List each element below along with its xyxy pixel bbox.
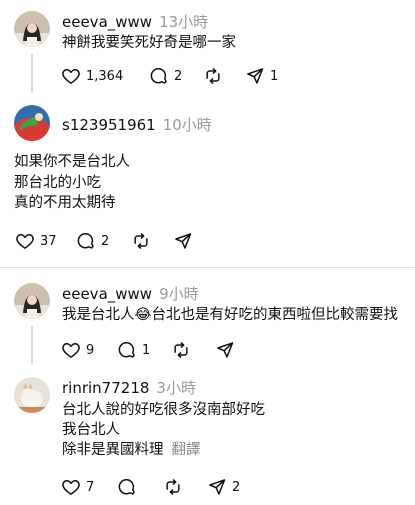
- comment-count: 2: [174, 68, 183, 84]
- share-icon: [173, 231, 193, 251]
- share-icon: [215, 340, 235, 360]
- thread-line: [31, 326, 33, 364]
- like-button[interactable]: 9: [61, 340, 117, 360]
- repost-button[interactable]: [171, 340, 215, 360]
- post-text: 台北人說的好吃很多沒南部好吃 我台北人 除非是異國料理 翻譯: [62, 402, 265, 458]
- timestamp: 13小時: [159, 13, 209, 31]
- heart-icon: [15, 231, 35, 251]
- comment-count: 1: [142, 342, 151, 358]
- comment-count: 2: [101, 233, 110, 249]
- comment-icon: [117, 477, 137, 497]
- timestamp: 9小時: [159, 285, 199, 303]
- username[interactable]: s123951961: [62, 116, 156, 134]
- comment-icon: [117, 340, 137, 360]
- translate-link[interactable]: 翻譯: [172, 442, 201, 458]
- reply-post: eeeva_www 9小時 我是台北人😂台北也是有好吃的東西啦但比較需要找 9 …: [0, 268, 415, 364]
- share-button[interactable]: [215, 340, 235, 360]
- repost-icon: [203, 66, 223, 86]
- like-button[interactable]: 7: [61, 477, 117, 497]
- username[interactable]: eeeva_www: [62, 285, 152, 303]
- comment-icon: [76, 231, 96, 251]
- thread-line: [31, 54, 33, 93]
- reply-post: s123951961 10小時 如果你不是台北人 那台北的小吃 真的不用太期待 …: [0, 95, 415, 265]
- repost-button[interactable]: [163, 477, 207, 497]
- repost-button[interactable]: [131, 231, 173, 251]
- post-text: 如果你不是台北人 那台北的小吃 真的不用太期待: [14, 154, 130, 211]
- comment-button[interactable]: 1: [117, 340, 171, 360]
- repost-icon: [171, 340, 191, 360]
- repost-icon: [131, 231, 151, 251]
- heart-icon: [61, 477, 81, 497]
- timestamp: 10小時: [162, 116, 212, 134]
- share-icon: [207, 477, 227, 497]
- comment-button[interactable]: 2: [149, 66, 203, 86]
- reply-post: eeeva_www 13小時 神餅我要笑死好奇是哪一家 1,364 2 1: [0, 0, 415, 95]
- reply-post: rinrin77218 3小時 台北人說的好吃很多沒南部好吃 我台北人 除非是異…: [0, 363, 415, 505]
- comment-button[interactable]: [117, 477, 163, 497]
- like-button[interactable]: 37: [15, 231, 76, 251]
- avatar[interactable]: [14, 105, 50, 141]
- avatar[interactable]: [14, 377, 50, 413]
- heart-icon: [61, 66, 81, 86]
- username[interactable]: rinrin77218: [62, 379, 149, 397]
- repost-icon: [163, 477, 183, 497]
- like-count: 7: [86, 479, 95, 495]
- post-text: 我是台北人😂台北也是有好吃的東西啦但比較需要找: [62, 307, 398, 323]
- like-count: 9: [86, 342, 95, 358]
- timestamp: 3小時: [156, 379, 196, 397]
- share-button[interactable]: 1: [245, 66, 278, 86]
- comment-icon: [149, 66, 169, 86]
- heart-icon: [61, 340, 81, 360]
- like-button[interactable]: 1,364: [61, 66, 149, 86]
- share-button[interactable]: 2: [207, 477, 240, 497]
- avatar[interactable]: [14, 11, 50, 47]
- comment-button[interactable]: 2: [76, 231, 131, 251]
- share-button[interactable]: [173, 231, 193, 251]
- share-icon: [245, 66, 265, 86]
- post-text: 神餅我要笑死好奇是哪一家: [62, 35, 236, 51]
- repost-button[interactable]: [203, 66, 245, 86]
- like-count: 1,364: [86, 68, 124, 84]
- username[interactable]: eeeva_www: [62, 13, 152, 31]
- like-count: 37: [40, 233, 57, 249]
- share-count: 2: [232, 479, 241, 495]
- share-count: 1: [270, 68, 279, 84]
- avatar[interactable]: [14, 283, 50, 319]
